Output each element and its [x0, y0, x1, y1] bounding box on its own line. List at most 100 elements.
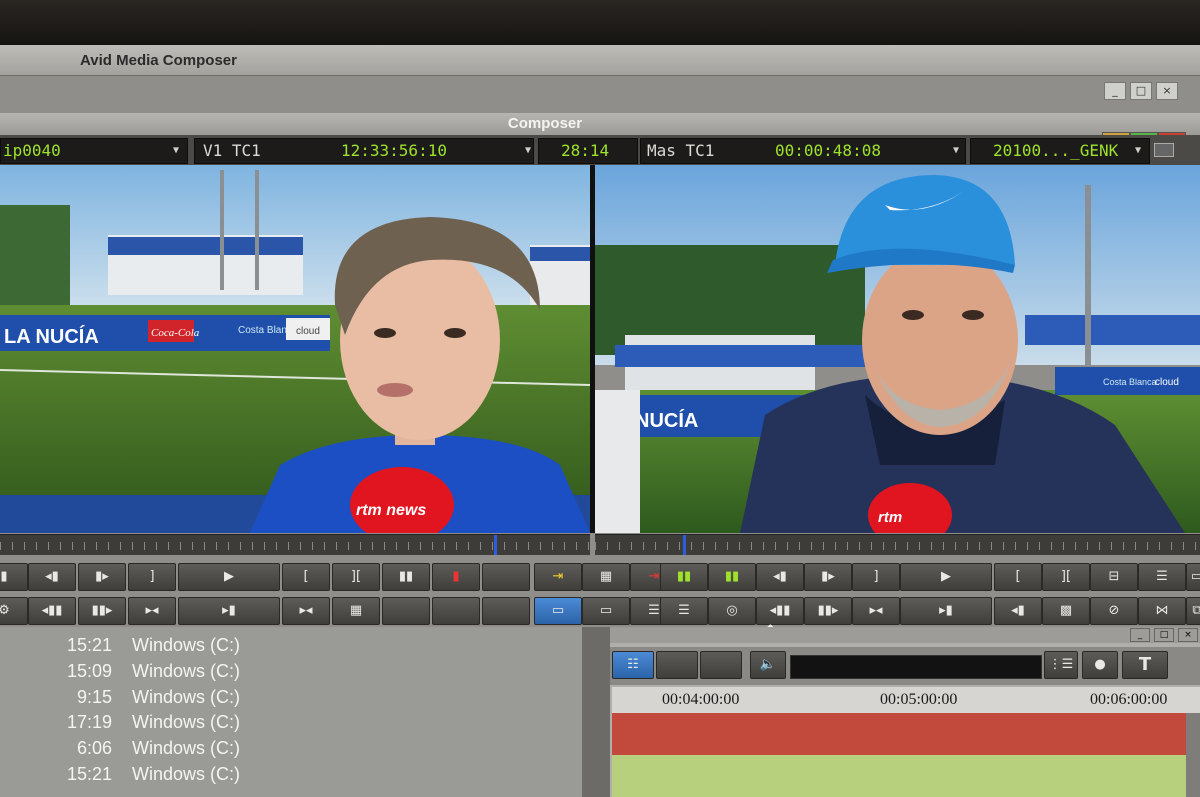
record-go-to-in-button[interactable]: ▸◂ — [852, 597, 900, 625]
record-mark-out-button[interactable]: ] — [852, 563, 900, 591]
splice-button[interactable]: ⇥ — [534, 563, 582, 591]
record-position-indicator[interactable] — [683, 535, 686, 555]
app-titlebar: Avid Media Composer — [0, 45, 1200, 76]
more-button[interactable]: ▭ — [1186, 563, 1200, 591]
sequence-menu[interactable]: 20100..._GENK ▼ — [970, 138, 1150, 164]
extract-icon: ▮▮ — [724, 569, 740, 584]
source-monitor[interactable]: LA NUCÍA Coca-Cola Costa Blanca cloud rt… — [0, 165, 590, 533]
record-go-to-out-button[interactable]: ▸▮ — [900, 597, 992, 625]
menu-button[interactable]: ⋮☰ — [1044, 651, 1078, 679]
copy-button[interactable]: ⧉ — [1186, 597, 1200, 625]
track-view-button[interactable]: ☷ — [612, 651, 654, 679]
list-item[interactable]: 15:21 Windows (C:) — [0, 632, 582, 658]
record-transport-row-1: ▮▮ ▮▮ ◂▮ ▮▸ ] ▶ [ ][ ⊟ ☰ ▭ — [658, 563, 1200, 591]
list-item[interactable]: 9:15 Windows (C:) — [0, 684, 582, 710]
source-track-label: V1 TC1 — [203, 141, 261, 160]
single-monitor-button[interactable]: ▭ — [534, 597, 582, 625]
empty-button[interactable] — [382, 597, 430, 625]
close-button[interactable]: × — [1156, 82, 1178, 100]
source-transport-row-1: ▮ ◂▮ ▮▸ ] ▶ [ ][ ▮▮ ▮ ⇥ — [0, 563, 590, 591]
panel-splitter[interactable] — [582, 627, 610, 797]
source-duration-display[interactable]: 28:14 — [538, 138, 638, 164]
render-button[interactable]: ▩ — [1042, 597, 1090, 625]
timeline-scrollbar[interactable] — [1186, 713, 1200, 797]
play-button[interactable]: ▶ — [178, 563, 280, 591]
film-icon: ▦ — [349, 603, 363, 618]
list-item[interactable]: 6:06 Windows (C:) — [0, 735, 582, 761]
extract-button[interactable]: ▮▮ — [708, 563, 756, 591]
timeline-track[interactable] — [612, 713, 1200, 755]
source-position-bar[interactable] — [0, 534, 590, 555]
list-item[interactable]: 15:21 Windows (C:) — [0, 761, 582, 787]
clip-drive: Windows (C:) — [132, 687, 241, 707]
gear-button[interactable]: ⚙ — [0, 597, 28, 625]
list-button[interactable]: ☰ — [1138, 563, 1186, 591]
source-position-indicator[interactable] — [494, 535, 497, 555]
monitor-settings-icon[interactable] — [1154, 143, 1174, 157]
lift-button[interactable]: ▮▮ — [660, 563, 708, 591]
collapse-button[interactable]: ⋈ — [1138, 597, 1186, 625]
source-record-icon: ▭ — [599, 603, 613, 618]
minimize-button[interactable]: _ — [1104, 82, 1126, 100]
record-monitor[interactable]: NUCÍA Costa Blanca Costa Blanca cloud rt… — [595, 165, 1200, 533]
mark-out-button[interactable]: ] — [128, 563, 176, 591]
text-tool-button[interactable]: T — [1122, 651, 1168, 679]
film-button[interactable]: ▦ — [332, 597, 380, 625]
record-button[interactable]: ▮ — [432, 563, 480, 591]
record-fast-forward-button[interactable]: ▮▮▸ — [804, 597, 852, 625]
rewind-button[interactable]: ◂▮▮ — [28, 597, 76, 625]
mark-clip-button[interactable]: ▮ — [0, 563, 28, 591]
record-position-bar[interactable] — [595, 534, 1200, 555]
record-step-back-button[interactable]: ◂▮ — [756, 563, 804, 591]
source-clip-menu[interactable]: ip0040 ▼ — [0, 138, 188, 164]
match-frame-button[interactable]: ▸◂ — [282, 597, 330, 625]
timeline-tool-button[interactable] — [656, 651, 698, 679]
go-to-out-button[interactable]: ▸▮ — [178, 597, 280, 625]
record-timecode: 00:00:48:08 — [775, 141, 881, 160]
timeline-minimize-button[interactable]: _ — [1130, 628, 1150, 642]
source-record-button[interactable]: ▭ — [582, 597, 630, 625]
record-play-button[interactable]: ▶ — [900, 563, 992, 591]
timeline-close-button[interactable]: × — [1178, 628, 1198, 642]
record-match-frame-button[interactable]: ◂▮ — [994, 597, 1042, 625]
list-item[interactable]: 17:19 Windows (C:) — [0, 709, 582, 735]
lift-icon: ▮▮ — [676, 569, 692, 584]
mark-in-button[interactable]: [ — [282, 563, 330, 591]
record-timecode-display[interactable]: Mas TC1 00:00:48:08 ▼ — [640, 138, 966, 164]
step-back-button[interactable]: ◂▮ — [28, 563, 76, 591]
timeline-tool-button[interactable] — [700, 651, 742, 679]
empty-button[interactable] — [432, 597, 480, 625]
clip-duration: 15:21 — [66, 764, 112, 784]
mic-logo-text: rtm — [878, 509, 902, 526]
record-step-forward-button[interactable]: ▮▸ — [804, 563, 852, 591]
disable-button[interactable]: ⊘ — [1090, 597, 1138, 625]
ad-board-text: Costa Blanca — [1103, 377, 1157, 387]
source-timecode-display[interactable]: V1 TC1 12:33:56:10 ▼ — [194, 138, 534, 164]
list-item[interactable]: 15:09 Windows (C:) — [0, 658, 582, 684]
timeline-ruler[interactable]: 00:04:00:00 00:05:00:00 00:06:00:00 — [612, 687, 1200, 714]
timeline-track[interactable] — [612, 755, 1200, 797]
empty-button[interactable] — [482, 597, 530, 625]
timeline-maximize-button[interactable]: □ — [1154, 628, 1174, 642]
chevron-down-icon: ▼ — [173, 145, 180, 156]
grid-button[interactable]: ▦ — [582, 563, 630, 591]
tape-button[interactable]: ◎ — [708, 597, 756, 625]
source-duration: 28:14 — [561, 141, 610, 160]
step-forward-button[interactable]: ▮▸ — [78, 563, 126, 591]
fast-forward-button[interactable]: ▮▮▸ — [78, 597, 126, 625]
record-toggle-button[interactable]: ● — [1082, 651, 1118, 679]
go-to-in-button[interactable]: ▸◂ — [128, 597, 176, 625]
record-mark-in-button[interactable]: [ — [994, 563, 1042, 591]
collapse-icon: ⋈ — [1155, 603, 1169, 618]
mark-in-out-button[interactable]: ][ — [332, 563, 380, 591]
mark-in-out-icon: ][ — [350, 569, 362, 584]
clip-duration: 6:06 — [76, 738, 112, 758]
top-tail-button[interactable]: ⊟ — [1090, 563, 1138, 591]
empty-button[interactable] — [482, 563, 530, 591]
record-mark-in-out-button[interactable]: ][ — [1042, 563, 1090, 591]
fast-forward-icon: ▮▮▸ — [91, 603, 113, 618]
clear-marks-button[interactable]: ▮▮ — [382, 563, 430, 591]
bin-view-button[interactable]: ☰ — [660, 597, 708, 625]
maximize-button[interactable]: □ — [1130, 82, 1152, 100]
audio-button[interactable]: 🔈 — [750, 651, 786, 679]
